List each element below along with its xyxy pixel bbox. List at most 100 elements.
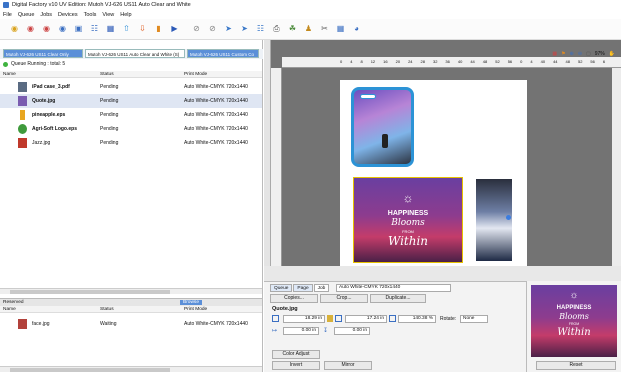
add-job-icon[interactable]: ◉ — [8, 23, 21, 36]
pause-icon[interactable]: ◉ — [56, 23, 69, 36]
tile-icon[interactable]: ▦ — [552, 51, 557, 57]
scrollbar-thumb[interactable] — [10, 290, 170, 294]
offset-y-field[interactable]: 0.00 in — [334, 327, 370, 335]
offset-x-field[interactable]: 0.00 in — [283, 327, 319, 335]
fit-icon[interactable]: ▢ — [586, 51, 591, 57]
menu-queue[interactable]: Queue — [18, 12, 35, 18]
duplicate-button[interactable]: Duplicate... — [370, 294, 426, 303]
marks-icon[interactable]: ⚑ — [561, 51, 565, 57]
color-tool-icon[interactable]: ☘ — [286, 23, 299, 36]
jazz-artwork[interactable] — [476, 179, 512, 261]
artwork-headline: HAPPINESS — [387, 210, 429, 217]
move-down-icon[interactable]: ⇩ — [136, 23, 149, 36]
zoom-in-icon[interactable]: ⊕ — [570, 51, 574, 57]
job-name: Agri-Soft Logo.eps — [32, 126, 77, 132]
duplicate-icon[interactable]: ☷ — [88, 23, 101, 36]
cut-icon[interactable]: ✂ — [318, 23, 331, 36]
job-status: Waiting — [100, 321, 117, 327]
table-row[interactable]: face.jpg Waiting Auto White-CMYK 720x144… — [0, 317, 262, 331]
table-row[interactable]: iPad case_3.pdf Pending Auto White-CMYK … — [0, 80, 262, 94]
lock-icon[interactable] — [327, 315, 333, 322]
title-bar: Digital Factory v10 UV Edition: Mutoh VJ… — [0, 0, 621, 10]
selected-filename: Quote.jpg — [272, 306, 298, 312]
print-mode-select[interactable]: Auto White-CMYK 720x1440 — [336, 284, 451, 292]
menu-view[interactable]: View — [102, 12, 114, 18]
printer-icon[interactable]: ⎙ — [270, 23, 283, 36]
job-print-mode: Auto White-CMYK 720x1440 — [184, 126, 248, 132]
offset-x-icon: ↦ — [272, 328, 278, 334]
queue-tabs: Mutoh VJ-626 US11 Clear Only Mutoh VJ-62… — [0, 49, 263, 59]
menu-devices[interactable]: Devices — [58, 12, 78, 18]
tab-queue-custom[interactable]: Mutoh VJ-626 US11 Custom Co — [187, 49, 259, 58]
browse-tab[interactable]: Browse — [180, 300, 202, 305]
send-icon[interactable]: ➤ — [222, 23, 235, 36]
crop-button[interactable]: Crop... — [320, 294, 368, 303]
help-icon[interactable]: ◕ — [350, 23, 363, 36]
reset-button[interactable]: Reset — [536, 361, 616, 370]
col-status[interactable]: Status — [100, 72, 114, 77]
preview-line4: Within — [557, 327, 591, 338]
scale-field[interactable]: 140.38 % — [398, 315, 436, 323]
col-print-mode[interactable]: Print Mode — [184, 307, 207, 312]
reserved-label[interactable]: Reserved — [3, 300, 24, 305]
table-row[interactable]: Agri-Soft Logo.eps Pending Auto White-CM… — [0, 122, 262, 136]
mirror-button[interactable]: Mirror — [324, 361, 372, 370]
release-icon[interactable]: ▶ — [168, 23, 181, 36]
ipad-case-artwork[interactable] — [351, 87, 414, 167]
col-print-mode[interactable]: Print Mode — [184, 72, 207, 77]
color-adjust-button[interactable]: Color Adjust — [272, 350, 320, 359]
print-icon[interactable]: ◉ — [40, 23, 53, 36]
table-row[interactable]: Quote.jpg Pending Auto White-CMYK 720x14… — [0, 94, 262, 108]
col-status[interactable]: Status — [100, 307, 114, 312]
tab-queue-auto-clear-white[interactable]: Mutoh VJ-626 US11 Auto Clear and White (… — [85, 49, 185, 58]
job-name: Quote.jpg — [32, 98, 56, 104]
width-icon — [272, 315, 279, 322]
zoom-out-icon[interactable]: ⊖ — [578, 51, 582, 57]
receive-icon[interactable]: ➤ — [238, 23, 251, 36]
col-name[interactable]: Name — [3, 72, 16, 77]
grid-icon[interactable]: ▦ — [334, 23, 347, 36]
table-row[interactable]: Jazz.jpg Pending Auto White-CMYK 720x144… — [0, 136, 262, 150]
col-name[interactable]: Name — [3, 307, 16, 312]
quote-artwork[interactable]: ☼ HAPPINESS Blooms FROM Within — [353, 177, 463, 263]
canvas-vscrollbar[interactable] — [612, 68, 621, 266]
tab-page[interactable]: Page — [293, 284, 313, 292]
tab-queue-clear-only[interactable]: Mutoh VJ-626 US11 Clear Only — [3, 49, 83, 58]
height-field[interactable]: 17.24 in — [345, 315, 387, 323]
reserved-header: Reserved Browse — [0, 298, 262, 306]
job-list-hscrollbar[interactable] — [0, 288, 262, 294]
layout-icon[interactable]: ▣ — [72, 23, 85, 36]
running-status-icon — [3, 61, 8, 67]
scrollbar-thumb[interactable] — [10, 368, 170, 372]
reserved-hscrollbar[interactable] — [0, 366, 262, 372]
job-name: face.jpg — [32, 321, 50, 327]
menu-file[interactable]: File — [3, 12, 12, 18]
job-thumbnail — [18, 96, 27, 106]
nest-icon[interactable]: ▦ — [104, 23, 117, 36]
stop-icon[interactable]: ⊘ — [206, 23, 219, 36]
rotate-select[interactable]: None — [460, 315, 488, 323]
tab-job[interactable]: Job — [313, 284, 330, 292]
network-icon[interactable]: ☷ — [254, 23, 267, 36]
tab-queue[interactable]: Queue — [270, 284, 293, 292]
artwork-line2: Blooms — [391, 218, 425, 228]
hold-icon[interactable]: ▮ — [152, 23, 165, 36]
move-up-icon[interactable]: ⇧ — [120, 23, 133, 36]
remove-job-icon[interactable]: ◉ — [24, 23, 37, 36]
app-icon — [3, 2, 9, 8]
copies-button[interactable]: Copies... — [270, 294, 318, 303]
table-row[interactable]: pineapple.eps Pending Auto White-CMYK 72… — [0, 108, 262, 122]
artwork-line4: Within — [387, 234, 429, 248]
cancel-icon[interactable]: ⊘ — [190, 23, 203, 36]
menu-jobs[interactable]: Jobs — [40, 12, 52, 18]
main-toolbar: ◉ ◉ ◉ ◉ ▣ ☷ ▦ ⇧ ⇩ ▮ ▶ ⊘ ⊘ ➤ ➤ ☷ ⎙ ☘ ♟ ✂ … — [0, 19, 621, 40]
width-field[interactable]: 18.29 in — [283, 315, 325, 323]
menu-tools[interactable]: Tools — [84, 12, 97, 18]
pan-icon[interactable]: ✋ — [609, 51, 615, 57]
menu-help[interactable]: Help — [120, 12, 131, 18]
invert-button[interactable]: Invert — [272, 361, 320, 370]
preview-line3: FROM — [568, 322, 580, 326]
job-name: Jazz.jpg — [32, 140, 51, 146]
zoom-level[interactable]: 97% — [595, 51, 605, 57]
spot-color-icon[interactable]: ♟ — [302, 23, 315, 36]
